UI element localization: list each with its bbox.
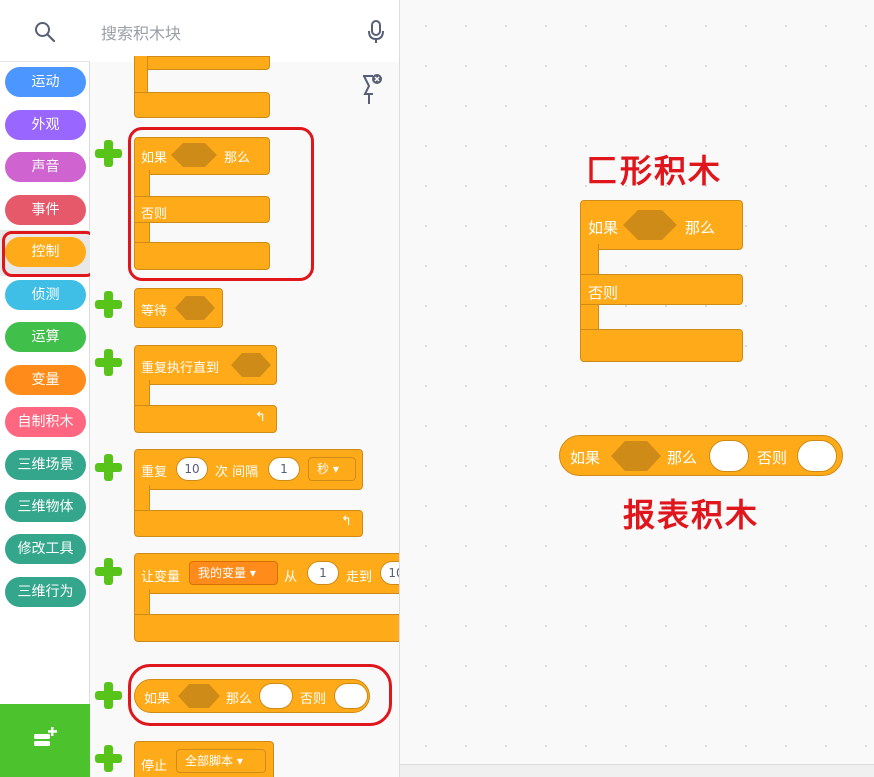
category-sound[interactable]: 声音 [5, 152, 86, 182]
loop-arrow-icon: ↰ [341, 514, 352, 529]
partial-block-top[interactable] [134, 56, 270, 70]
add-block-button[interactable] [93, 743, 123, 773]
highlight-box-c-block [128, 127, 314, 281]
reporter-block-title: 报表积木 [623, 496, 760, 534]
interval-input[interactable]: 1 [268, 457, 300, 481]
let-variable-label: 让变量 [141, 570, 181, 585]
boolean-slot[interactable] [174, 295, 216, 321]
category-looks[interactable]: 外观 [5, 110, 86, 140]
variable-dropdown[interactable]: 我的变量 ▾ [189, 561, 278, 585]
else-value-slot[interactable] [797, 440, 837, 472]
category-variables[interactable]: 变量 [5, 365, 86, 395]
from-label: 从 [284, 570, 298, 585]
from-input[interactable]: 1 [307, 561, 339, 585]
search-bar: 搜索积木块 [90, 0, 399, 62]
to-input[interactable]: 10 [380, 561, 399, 585]
to-label: 走到 [346, 570, 373, 585]
microphone-icon[interactable] [367, 20, 385, 44]
repeat-count-input[interactable]: 10 [176, 457, 208, 481]
if-label: 如果 [570, 449, 601, 467]
add-block-button[interactable] [93, 452, 123, 482]
horizontal-scrollbar[interactable] [400, 764, 874, 777]
else-label: 否则 [757, 449, 788, 467]
block-palette: 搜索积木块 如果 那么 否则 等待 重复执行直到 ↰ 重复 10 次 间隔 1 … [90, 0, 400, 777]
else-label: 否则 [588, 284, 619, 302]
search-button[interactable] [0, 0, 90, 62]
add-block-button[interactable] [93, 680, 123, 710]
c-block-title: 匚形积木 [586, 152, 723, 190]
category-3d-scene[interactable]: 三维场景 [5, 450, 86, 480]
category-modify-tools[interactable]: 修改工具 [5, 534, 86, 564]
category-motion[interactable]: 运动 [5, 67, 86, 97]
repeat-until-label: 重复执行直到 [141, 361, 220, 376]
stop-label: 停止 [141, 759, 168, 774]
category-3d-behavior[interactable]: 三维行为 [5, 577, 86, 607]
category-3d-object[interactable]: 三维物体 [5, 492, 86, 522]
then-label: 那么 [667, 449, 698, 467]
boolean-slot[interactable] [230, 352, 272, 378]
then-value-slot[interactable] [709, 440, 749, 472]
repeat-label: 重复 [141, 465, 168, 480]
if-label: 如果 [588, 219, 619, 237]
add-block-button[interactable] [93, 347, 123, 377]
then-label: 那么 [685, 219, 716, 237]
extension-icon [34, 727, 57, 746]
add-block-button[interactable] [93, 556, 123, 586]
loop-arrow-icon: ↰ [255, 410, 266, 425]
category-events[interactable]: 事件 [5, 195, 86, 225]
boolean-slot[interactable] [622, 209, 678, 241]
workspace[interactable]: 匚形积木 如果 那么 否则 如果 那么 否则 报表积木 [400, 0, 874, 764]
boolean-slot[interactable] [610, 440, 662, 472]
times-interval-label: 次 间隔 [215, 465, 259, 480]
unit-value: 秒 [317, 462, 330, 476]
add-block-button[interactable] [93, 289, 123, 319]
highlight-box-category [2, 231, 96, 277]
category-my-blocks[interactable]: 自制积木 [5, 407, 86, 437]
stop-option-dropdown[interactable]: 全部脚本 ▾ [176, 749, 266, 773]
partial-block-arm [134, 56, 148, 96]
category-operators[interactable]: 运算 [5, 322, 86, 352]
partial-block-bottom[interactable] [134, 92, 270, 118]
add-block-button[interactable] [93, 138, 123, 168]
highlight-box-reporter [128, 664, 392, 726]
add-extension-button[interactable] [0, 704, 90, 777]
unit-dropdown[interactable]: 秒 ▾ [308, 457, 356, 481]
search-icon [35, 22, 56, 43]
stop-option-value: 全部脚本 [185, 754, 234, 768]
search-input[interactable]: 搜索积木块 [101, 20, 181, 44]
category-sensing[interactable]: 侦测 [5, 280, 86, 310]
variable-value: 我的变量 [198, 566, 247, 580]
category-menu: 运动 外观 声音 事件 控制 侦测 运算 变量 自制积木 三维场景 三维物体 修… [0, 0, 96, 777]
pin-icon[interactable] [360, 72, 384, 106]
wait-label: 等待 [141, 304, 168, 319]
